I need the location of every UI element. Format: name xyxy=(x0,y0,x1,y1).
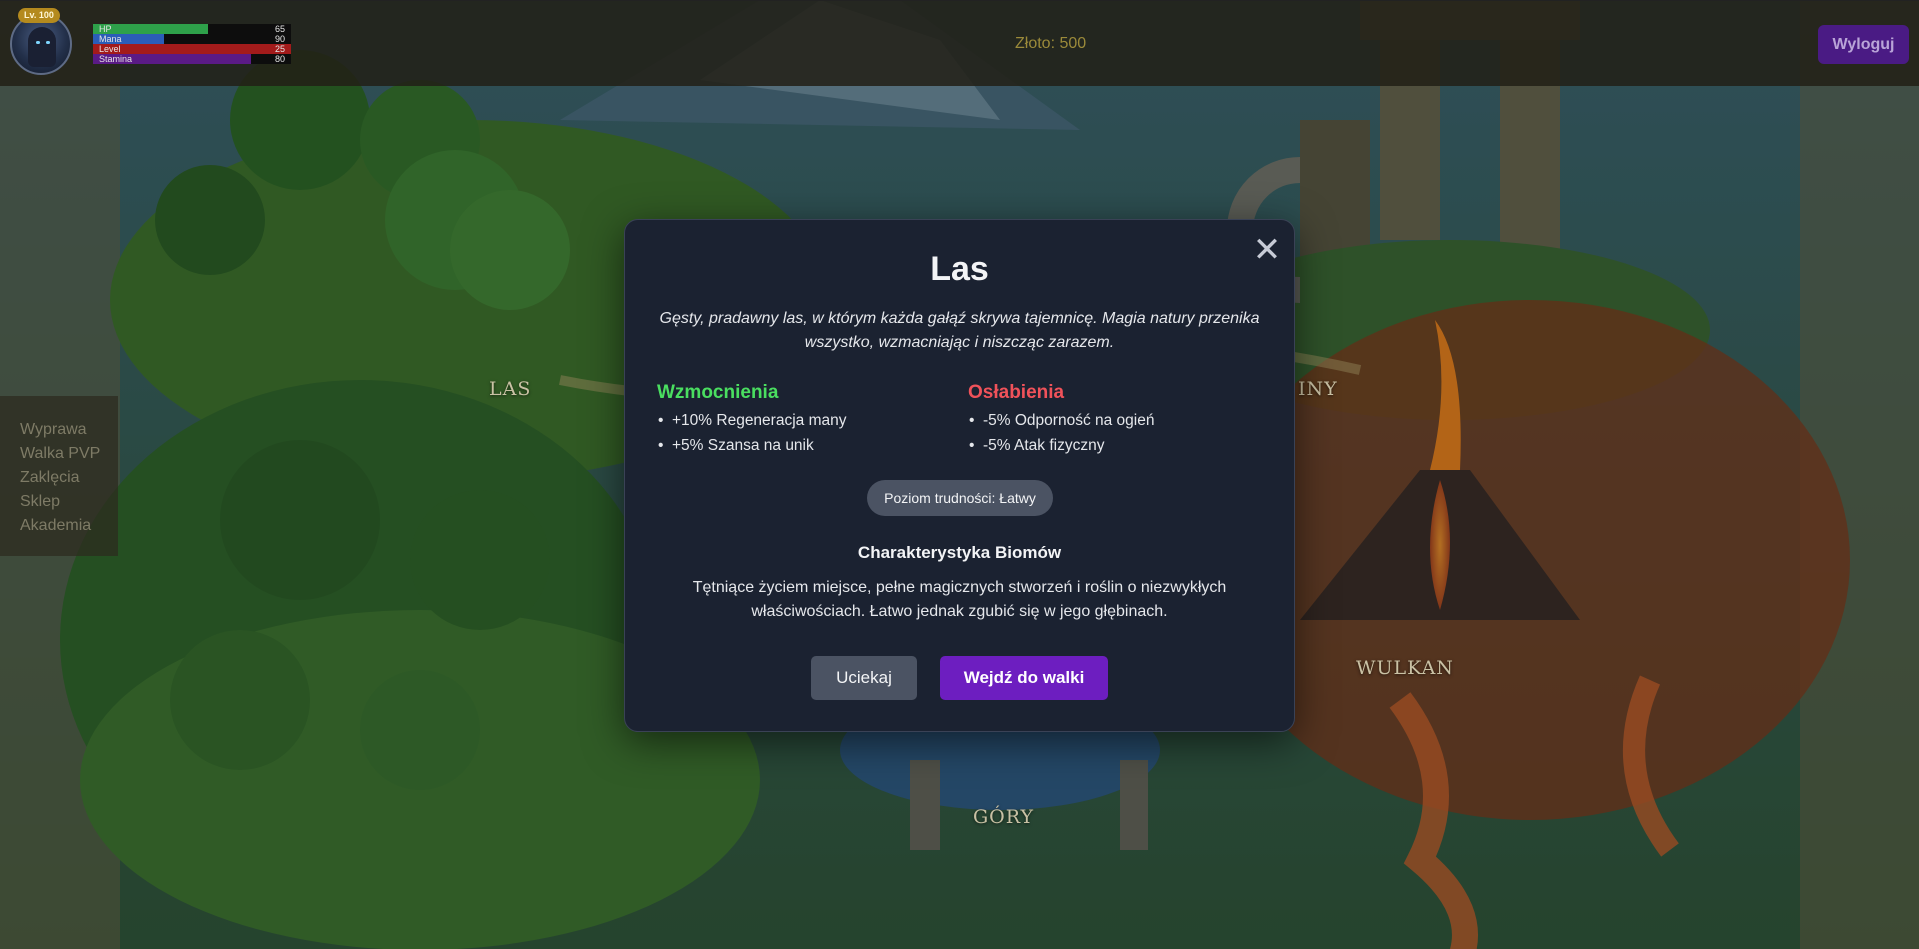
debuffs-section: Osłabienia -5% Odporność na ogień -5% At… xyxy=(968,382,1268,458)
logout-button[interactable]: Wyloguj xyxy=(1818,25,1909,64)
region-label-ruiny[interactable]: INY xyxy=(1298,378,1338,400)
enter-fight-button[interactable]: Wejdź do walki xyxy=(940,656,1108,700)
stat-mana-value: 90 xyxy=(274,34,285,44)
modal-title: Las xyxy=(930,250,989,288)
glowing-eyes-icon xyxy=(36,41,50,44)
buffs-section: Wzmocnienia +10% Regeneracja many +5% Sz… xyxy=(657,382,957,458)
level-badge: Lv. 100 xyxy=(18,8,60,23)
menu-item-zaklecia[interactable]: Zaklęcia xyxy=(0,466,118,490)
biome-characteristics-text: Tętniące życiem miejsce, pełne magicznyc… xyxy=(692,579,1227,620)
stat-mana: Mana 90 xyxy=(93,34,291,44)
stat-level: Level 25 xyxy=(93,44,291,54)
side-menu: Wyprawa Walka PVP Zaklęcia Sklep Akademi… xyxy=(0,396,118,556)
stat-stamina-value: 80 xyxy=(274,54,285,64)
region-label-gory[interactable]: GÓRY xyxy=(973,806,1034,828)
player-stats: HP 65 Mana 90 Level 25 Stamina 80 xyxy=(93,24,291,64)
stat-mana-label: Mana xyxy=(99,34,122,44)
menu-item-wyprawa[interactable]: Wyprawa xyxy=(0,418,118,442)
top-bar: Lv. 100 HP 65 Mana 90 Level 25 Stamina 8… xyxy=(0,0,1919,86)
stat-level-label: Level xyxy=(99,44,121,54)
difficulty-badge: Poziom trudności: Łatwy xyxy=(867,480,1053,516)
stat-stamina-label: Stamina xyxy=(99,54,133,64)
hooded-figure-icon xyxy=(28,27,56,67)
modal-description: Gęsty, pradawny las, w którym każda gałą… xyxy=(659,310,1260,351)
region-label-las[interactable]: LAS xyxy=(489,378,531,400)
stat-level-fill xyxy=(93,44,291,54)
stat-hp-label: HP xyxy=(99,24,112,34)
buff-item: +10% Regeneracja many xyxy=(657,408,957,433)
menu-item-akademia[interactable]: Akademia xyxy=(0,514,118,538)
buff-item: +5% Szansa na unik xyxy=(657,433,957,458)
menu-item-sklep[interactable]: Sklep xyxy=(0,490,118,514)
stat-hp-value: 65 xyxy=(274,24,285,34)
gold-counter: Złoto: 500 xyxy=(1015,35,1087,52)
region-label-wulkan[interactable]: WULKAN xyxy=(1356,657,1454,679)
stat-stamina: Stamina 80 xyxy=(93,54,291,64)
stat-hp: HP 65 xyxy=(93,24,291,34)
stat-level-value: 25 xyxy=(274,44,285,54)
biome-modal: ✕ Las Gęsty, pradawny las, w którym każd… xyxy=(624,219,1295,732)
debuff-item: -5% Odporność na ogień xyxy=(968,408,1268,433)
buffs-heading: Wzmocnienia xyxy=(657,382,779,403)
flee-button[interactable]: Uciekaj xyxy=(811,656,917,700)
menu-item-walka-pvp[interactable]: Walka PVP xyxy=(0,442,118,466)
debuff-item: -5% Atak fizyczny xyxy=(968,433,1268,458)
biome-characteristics-heading: Charakterystyka Biomów xyxy=(857,543,1062,562)
debuffs-heading: Osłabienia xyxy=(968,382,1065,403)
